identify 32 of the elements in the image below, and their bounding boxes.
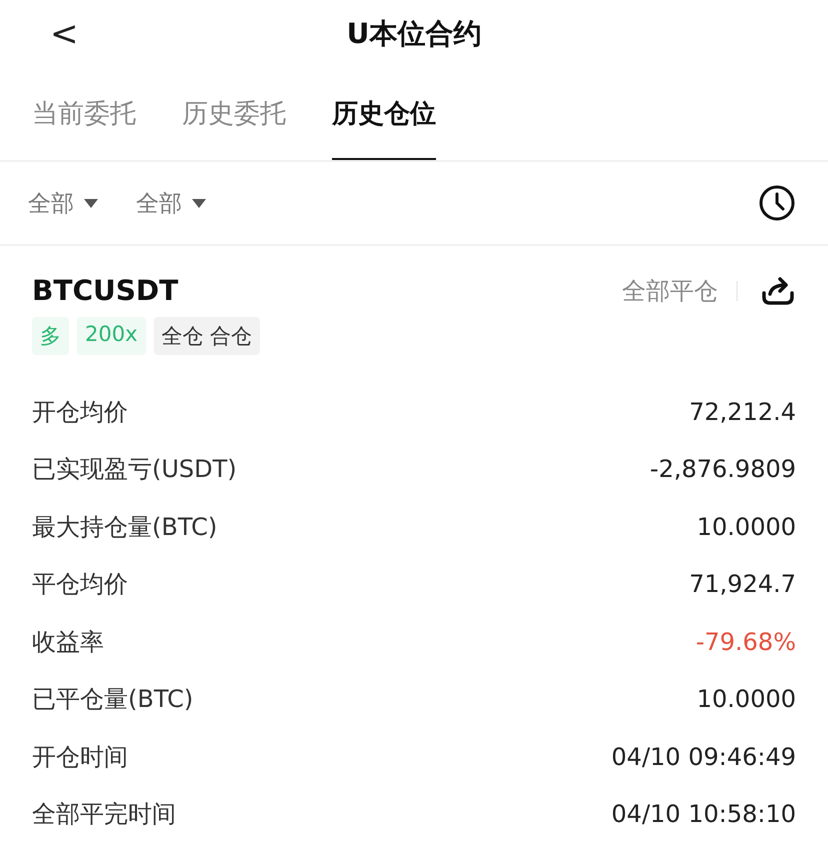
field-value: -2,876.9809 [650,455,796,484]
filter-dropdown[interactable]: 全部 [28,188,98,218]
share-icon[interactable] [760,274,796,306]
field-value: 71,924.7 [689,570,796,598]
position-tag: 全仓 合仓 [154,317,260,355]
caret-icon [84,198,98,208]
field-value: 10.0000 [696,685,796,714]
field-label: 开仓均价 [32,396,128,428]
field-label: 收益率 [32,626,104,658]
position-tag: 多 [32,317,69,355]
field-value: 04/10 10:58:10 [611,800,796,828]
filter-dropdown[interactable]: 全部 [136,188,206,218]
clock-icon[interactable] [758,184,796,222]
field-label: 最大持仓量(BTC) [32,512,218,543]
tab[interactable]: 历史委托 [182,68,286,160]
position-tag: 200x [77,317,146,355]
close-all-button[interactable]: 全部平仓 [622,274,718,306]
field-value: -79.68% [696,628,796,656]
tab[interactable]: 历史仓位 [332,68,436,160]
back-button[interactable]: < [44,14,84,54]
field-label: 全部平完时间 [32,799,176,830]
field-value: 04/10 09:46:49 [611,742,796,771]
field-label: 已实现盈亏(USDT) [32,454,237,486]
field-label: 已平仓量(BTC) [32,684,194,716]
symbol-name: BTCUSDT [32,274,178,307]
field-value: 10.0000 [696,512,796,541]
field-value: 72,212.4 [689,398,796,426]
field-label: 平仓均价 [32,569,128,600]
page-title: U本位合约 [346,16,482,52]
field-label: 开仓时间 [32,742,128,773]
tab[interactable]: 当前委托 [32,68,136,160]
caret-icon [192,198,206,208]
